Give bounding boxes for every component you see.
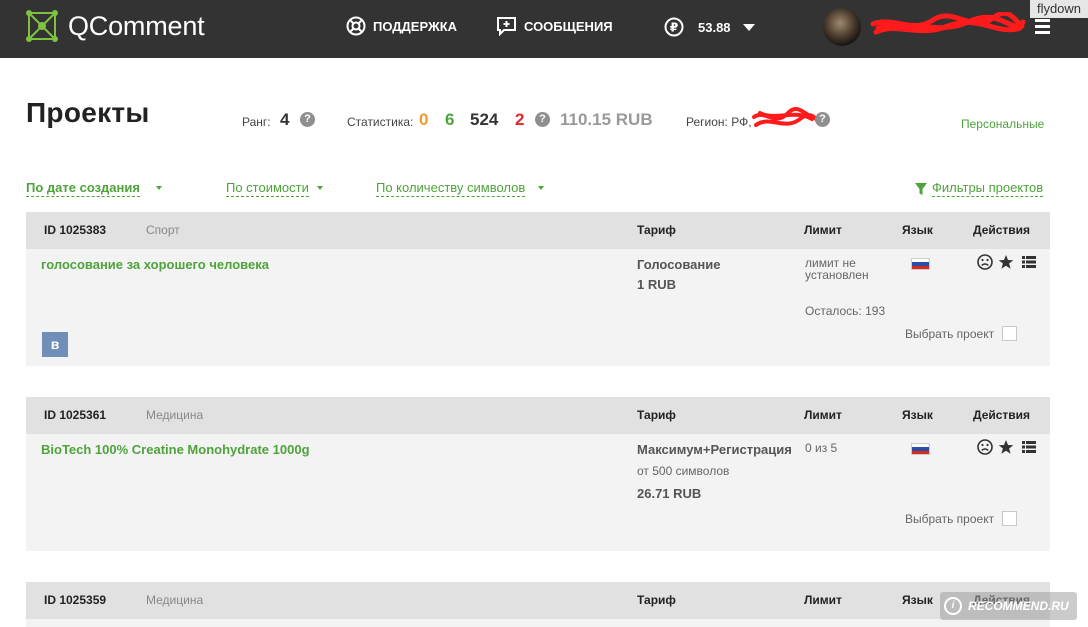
limit-line2: установлен <box>805 268 869 282</box>
column-actions: Действия <box>973 223 1031 237</box>
stats-label: Статистика: <box>347 115 414 129</box>
chevron-down-icon <box>742 23 755 31</box>
menu-icon[interactable] <box>1035 19 1050 37</box>
tariff-name: Голосование <box>637 257 721 272</box>
vk-icon[interactable]: в <box>42 332 68 357</box>
stat-value: 6 <box>445 110 455 129</box>
project-card: ID 1025383 Спорт Тариф Лимит Язык Действ… <box>26 212 1050 366</box>
watermark: i RECOMMEND.RU <box>940 592 1077 620</box>
project-category: Медицина <box>146 408 204 422</box>
remaining-count: Осталось: 193 <box>805 304 886 318</box>
column-language: Язык <box>902 223 933 237</box>
star-icon[interactable] <box>998 439 1014 455</box>
svg-text:₽: ₽ <box>670 21 678 35</box>
project-actions <box>977 439 1037 455</box>
project-actions <box>977 254 1037 270</box>
balance-dropdown[interactable]: ₽ 53.88 <box>664 17 755 37</box>
limit-line1: 0 из 5 <box>805 441 838 455</box>
watermark: flydown <box>1030 0 1088 18</box>
messages-label: СООБЩЕНИЯ <box>524 18 613 34</box>
select-project[interactable]: Выбрать проект <box>905 326 1018 341</box>
filter-icon <box>915 182 927 195</box>
sort-by-chars[interactable]: По количеству символов <box>376 180 526 197</box>
help-icon[interactable]: ? <box>815 112 830 127</box>
project-id: ID 1025359 <box>44 593 107 607</box>
column-limit: Лимит <box>804 223 842 237</box>
stat-value: 2 <box>515 110 525 129</box>
rank-label: Ранг: <box>242 115 271 129</box>
tariff-price: 1 RUB <box>637 277 677 292</box>
column-actions: Действия <box>973 408 1031 422</box>
column-limit: Лимит <box>804 593 842 607</box>
russia-flag-icon <box>911 258 930 270</box>
tariff-name: Максимум+Регистрация <box>637 442 792 457</box>
message-plus-icon <box>497 17 516 36</box>
column-language: Язык <box>902 408 933 422</box>
messages-link[interactable]: СООБЩЕНИЯ <box>496 16 613 36</box>
logo[interactable]: QComment <box>24 8 205 44</box>
ruble-icon: ₽ <box>664 17 684 37</box>
select-project[interactable]: Выбрать проект <box>905 511 1018 526</box>
project-card-header: ID 1025383 Спорт Тариф Лимит Язык Действ… <box>26 212 1050 249</box>
column-language: Язык <box>902 593 933 607</box>
personal-link[interactable]: Персональные <box>961 117 1044 131</box>
sad-face-icon[interactable] <box>977 439 993 455</box>
project-category: Медицина <box>146 593 204 607</box>
page-title: Проекты <box>26 97 150 128</box>
project-card-header: ID 1025361 Медицина Тариф Лимит Язык Дей… <box>26 397 1050 434</box>
column-tariff: Тариф <box>637 408 676 422</box>
star-icon[interactable] <box>998 254 1014 270</box>
balance-value: 53.88 <box>698 19 731 35</box>
support-link[interactable]: ПОДДЕРЖКА <box>346 16 457 36</box>
stat-value: 0 <box>419 110 429 129</box>
rank-value: 4 <box>280 110 290 129</box>
russia-flag-icon <box>911 443 930 455</box>
avatar[interactable] <box>823 8 861 46</box>
project-category: Спорт <box>146 223 180 237</box>
sad-face-icon[interactable] <box>977 254 993 270</box>
tariff-sub: от 500 символов <box>637 464 730 478</box>
help-icon[interactable]: ? <box>300 112 315 127</box>
project-id: ID 1025383 <box>44 223 107 237</box>
column-tariff: Тариф <box>637 593 676 607</box>
filters-label: Фильтры проектов <box>932 180 1044 197</box>
select-project-label: Выбрать проект <box>905 326 995 341</box>
select-project-label: Выбрать проект <box>905 511 995 526</box>
region-label: Регион: РФ, <box>686 115 752 129</box>
caret-down-icon <box>317 186 323 190</box>
tariff-price: 26.71 RUB <box>637 486 702 501</box>
select-project-checkbox[interactable] <box>1002 326 1018 341</box>
project-card-header: ID 1025359 Медицина Тариф Лимит Язык Дей… <box>26 582 1050 619</box>
logo-text: QComment <box>68 10 205 41</box>
support-label: ПОДДЕРЖКА <box>373 18 458 34</box>
top-bar: QComment ПОДДЕРЖКА СООБЩЕНИЯ ₽ 53.88 fly… <box>0 0 1088 58</box>
select-project-checkbox[interactable] <box>1002 511 1018 526</box>
column-limit: Лимит <box>804 408 842 422</box>
project-card: ID 1025359 Медицина Тариф Лимит Язык Дей… <box>26 582 1050 627</box>
recommend-logo-icon: i <box>944 597 962 615</box>
help-icon[interactable]: ? <box>535 112 550 127</box>
logo-icon <box>26 10 58 42</box>
sort-by-price[interactable]: По стоимости <box>226 180 309 197</box>
column-tariff: Тариф <box>637 223 676 237</box>
list-icon[interactable] <box>1021 254 1037 270</box>
caret-down-icon <box>156 186 162 190</box>
project-id: ID 1025361 <box>44 408 107 422</box>
project-name[interactable]: голосование за хорошего человека <box>41 257 269 272</box>
stat-value: 524 <box>470 110 499 129</box>
stats-money: 110.15 RUB <box>560 110 653 129</box>
caret-down-icon <box>538 186 544 190</box>
project-card: ID 1025361 Медицина Тариф Лимит Язык Дей… <box>26 397 1050 551</box>
project-name[interactable]: BioTech 100% Creatine Monohydrate 1000g <box>41 442 310 457</box>
sort-by-date[interactable]: По дате создания <box>26 180 140 197</box>
filters-link[interactable]: Фильтры проектов <box>914 180 1044 197</box>
list-icon[interactable] <box>1021 439 1037 455</box>
lifebuoy-icon <box>346 16 366 36</box>
watermark-text: RECOMMEND.RU <box>968 599 1069 613</box>
